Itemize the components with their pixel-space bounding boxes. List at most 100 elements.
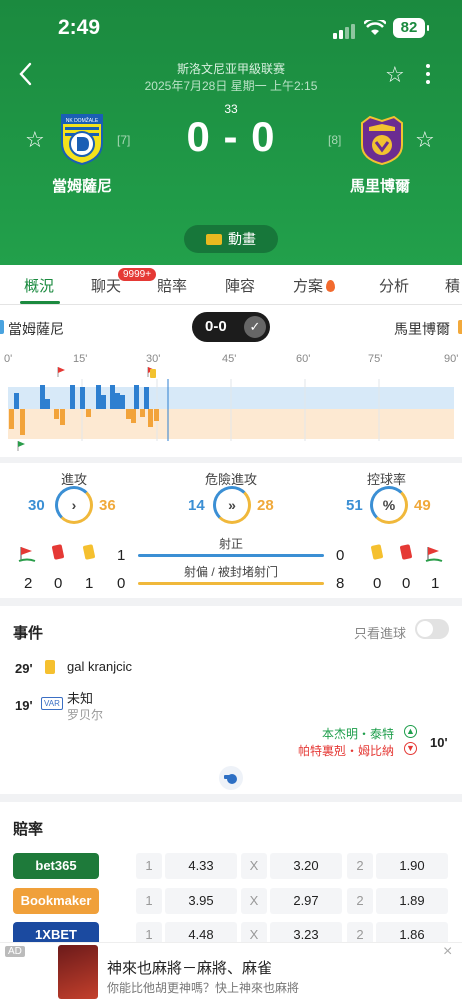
odds-key: 1 <box>136 888 162 914</box>
events-title: 事件 <box>13 625 44 642</box>
tab-analysis[interactable]: 分析 <box>379 275 409 296</box>
battery-icon: 82 <box>393 18 429 38</box>
more-options-icon[interactable] <box>424 62 432 86</box>
red-card-icon <box>399 544 413 560</box>
event-detail: 罗贝尔 <box>67 708 104 722</box>
stat-possession-home: 51 <box>346 497 363 514</box>
away-corners: 1 <box>431 575 440 592</box>
momentum-svg <box>8 367 454 451</box>
tab-odds[interactable]: 賠率 <box>157 275 187 296</box>
timeline-tick: 90' <box>444 353 459 365</box>
away-team-name[interactable]: 馬里博爾 <box>320 175 440 196</box>
home-red-cards: 0 <box>54 575 63 592</box>
home-shots-on: 1 <box>117 547 126 564</box>
timeline-tick: 45' <box>222 353 237 365</box>
away-team-logo <box>361 115 403 165</box>
sub-out-arrow-icon: ▼ <box>404 742 417 755</box>
signal-icon <box>333 24 355 39</box>
home-rank: [7] <box>117 133 131 147</box>
check-icon: ✓ <box>244 316 266 338</box>
tab-plans[interactable]: 方案 <box>293 275 336 296</box>
away-yellow-cards: 0 <box>373 575 382 592</box>
animation-label: 動畫 <box>228 231 256 247</box>
shots-off-label: 射偏 / 被封堵射门 <box>183 565 278 579</box>
timeline-tick: 60' <box>296 353 311 365</box>
home-logo-text: NK DOMŽALE <box>66 116 99 124</box>
scorebar-score-pill[interactable]: 0-0 ✓ <box>192 312 270 342</box>
tab-plans-label: 方案 <box>293 278 324 295</box>
scorebar-away-name: 馬里博爾 <box>394 321 450 337</box>
shots-on-bar <box>138 554 324 557</box>
active-tab-indicator <box>20 301 60 304</box>
bookmaker-logo[interactable]: Bookmaker <box>13 888 99 914</box>
tab-chat[interactable]: 聊天 <box>91 275 121 296</box>
score-summary-bar: 當姆薩尼 0-0 ✓ 馬里博爾 <box>0 305 462 349</box>
yellow-card-icon <box>45 660 55 674</box>
odds-value[interactable]: 1.90 <box>376 853 448 879</box>
odds-title: 賠率 <box>13 821 44 838</box>
tab-lineup[interactable]: 陣容 <box>225 275 255 296</box>
stat-possession-away: 49 <box>414 497 431 514</box>
event-player[interactable]: gal kranjcic <box>67 659 132 674</box>
event-player[interactable]: 未知 <box>67 688 93 707</box>
event-minute: 29' <box>15 661 33 676</box>
tab-bar: 概況 聊天 賠率 陣容 方案 分析 積 <box>0 265 462 305</box>
odds-value[interactable]: 3.20 <box>270 853 342 879</box>
scorebar-home-name: 當姆薩尼 <box>8 321 64 337</box>
corner-flag-icon <box>425 547 443 562</box>
sub-in-player[interactable]: 本杰明・泰特 <box>322 725 394 742</box>
away-rank: [8] <box>328 133 342 147</box>
timeline-tick: 15' <box>73 353 88 365</box>
event-minute: 19' <box>15 698 33 713</box>
bookmaker-logo[interactable]: bet365 <box>13 853 99 879</box>
sub-out-player[interactable]: 帕特裏剋・姆比納 <box>298 742 394 759</box>
away-red-cards: 0 <box>402 575 411 592</box>
status-time: 2:49 <box>58 16 101 39</box>
yellow-card-icon <box>370 544 384 560</box>
match-header: 2:49 82 斯洛文尼亚甲級联赛 2025年7月28日 星期一 上午2:15 … <box>0 0 462 265</box>
shots-off-bar <box>138 582 324 585</box>
away-shots-on: 0 <box>336 547 345 564</box>
favorite-star-icon[interactable]: ☆ <box>385 64 405 86</box>
home-corners: 2 <box>24 575 33 592</box>
only-goals-toggle[interactable] <box>415 619 449 639</box>
match-momentum-chart: 0' 15' 30' 45' 60' 75' 90' <box>0 349 462 457</box>
home-yellow-cards: 1 <box>85 575 94 592</box>
tab-standings[interactable]: 積 <box>445 275 460 296</box>
away-color-marker <box>458 320 462 334</box>
only-goals-label: 只看進球 <box>354 626 407 641</box>
corner-flag-icon <box>18 547 36 562</box>
stat-attack-home: 30 <box>28 497 45 514</box>
events-card: 事件 只看進球 29' gal kranjcic 19' VAR 未知 罗贝尔 … <box>0 606 462 794</box>
odds-value[interactable]: 1.89 <box>376 888 448 914</box>
ad-tag: AD <box>5 946 25 957</box>
odds-value[interactable]: 4.33 <box>165 853 237 879</box>
shots-on-label: 射正 <box>218 537 243 551</box>
yellow-card-icon <box>82 544 96 560</box>
stat-attack-away: 36 <box>99 497 116 514</box>
chat-count-badge: 9999+ <box>118 268 157 281</box>
ad-app-icon <box>58 945 98 999</box>
ad-title: 神來也麻將－麻將、麻雀 <box>107 960 273 977</box>
fire-icon <box>326 280 336 292</box>
home-team-name[interactable]: 當姆薩尼 <box>22 175 142 196</box>
sub-in-arrow-icon: ▲ <box>404 725 417 738</box>
odds-key: X <box>241 888 267 914</box>
odds-key: 2 <box>347 853 373 879</box>
wifi-icon <box>364 20 386 35</box>
yellow-card-icon <box>150 369 156 378</box>
animation-button[interactable]: 動畫 <box>184 225 278 253</box>
odds-key: X <box>241 853 267 879</box>
red-card-icon <box>51 544 65 560</box>
away-favorite-star-icon[interactable]: ☆ <box>415 129 435 151</box>
odds-key: 2 <box>347 888 373 914</box>
odds-value[interactable]: 2.97 <box>270 888 342 914</box>
percent-icon: % <box>370 486 408 524</box>
chevron-right-icon: › <box>55 486 93 524</box>
away-shots-off: 8 <box>336 575 345 592</box>
home-favorite-star-icon[interactable]: ☆ <box>25 129 45 151</box>
ad-close-icon[interactable]: × <box>443 943 452 961</box>
ad-banner[interactable]: AD 神來也麻將－麻將、麻雀 你能比他胡更神嗎？快上神來也麻將 × <box>0 942 462 1000</box>
tab-overview[interactable]: 概況 <box>24 275 54 296</box>
odds-value[interactable]: 3.95 <box>165 888 237 914</box>
